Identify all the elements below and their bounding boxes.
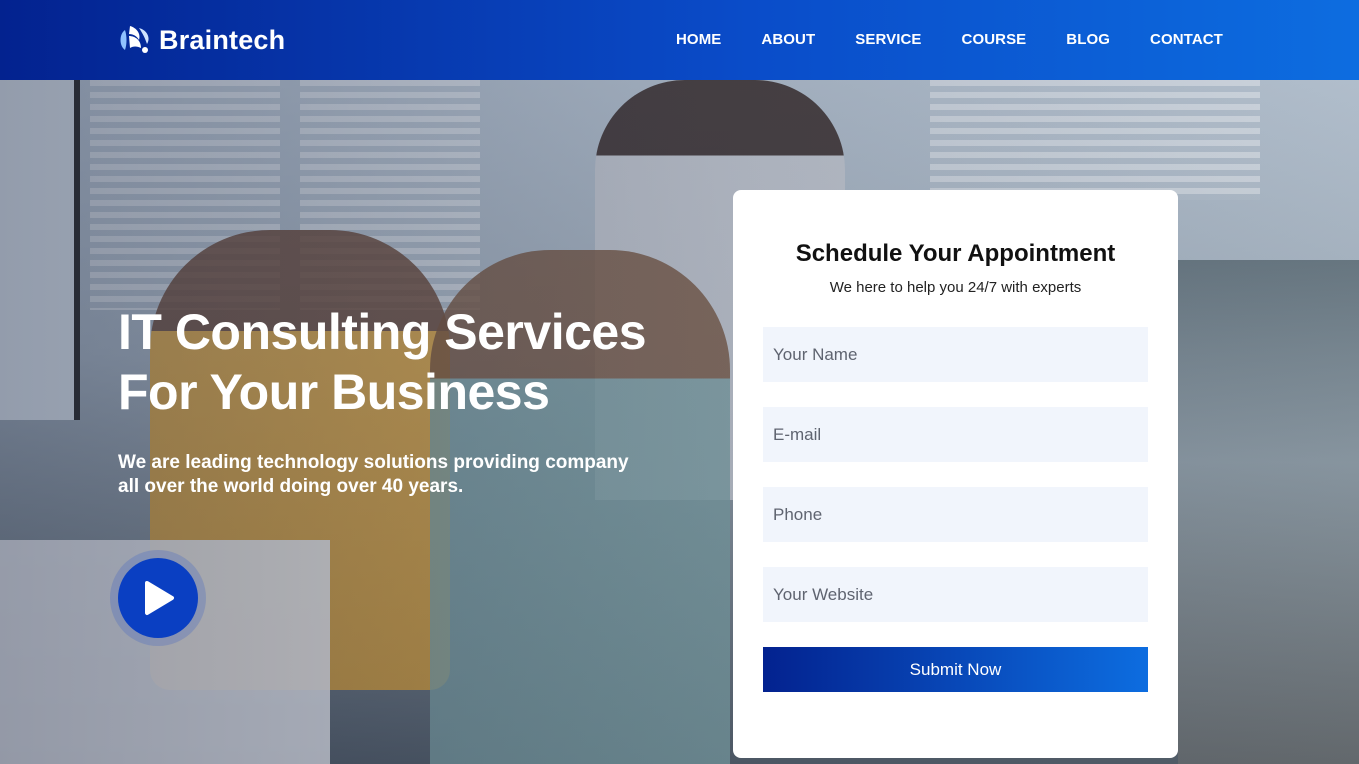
appointment-form-card: Schedule Your Appointment We here to hel…: [733, 190, 1178, 758]
hero-title-line1: IT Consulting Services: [118, 304, 647, 360]
site-header: Braintech HOME ABOUT SERVICE COURSE BLOG…: [0, 0, 1359, 80]
hero-subtitle: We are leading technology solutions prov…: [118, 451, 678, 499]
nav-service[interactable]: SERVICE: [855, 31, 921, 48]
nav-home[interactable]: HOME: [676, 31, 721, 48]
name-input[interactable]: [763, 327, 1148, 382]
hero-subtitle-line1: We are leading technology solutions prov…: [118, 452, 629, 473]
nav-blog[interactable]: BLOG: [1066, 31, 1110, 48]
brand-name: Braintech: [159, 24, 286, 55]
hero-title-line2: For Your Business: [118, 364, 550, 420]
hero-title: IT Consulting Services For Your Business: [118, 302, 678, 422]
nav-about[interactable]: ABOUT: [761, 31, 815, 48]
brain-logo-icon: [120, 26, 149, 53]
phone-input[interactable]: [763, 487, 1148, 542]
video-play-button[interactable]: [118, 558, 198, 638]
hero-subtitle-line2: all over the world doing over 40 years.: [118, 476, 464, 497]
play-icon: [145, 581, 174, 615]
brand-logo[interactable]: Braintech: [117, 22, 285, 58]
website-input[interactable]: [763, 567, 1148, 622]
form-title: Schedule Your Appointment: [795, 240, 1116, 267]
nav-course[interactable]: COURSE: [962, 31, 1027, 48]
main-nav: HOME ABOUT SERVICE COURSE BLOG CONTACT: [676, 31, 1223, 48]
form-subtitle: We here to help you 24/7 with experts: [829, 279, 1082, 296]
email-input[interactable]: [763, 407, 1148, 462]
submit-button[interactable]: Submit Now: [763, 647, 1148, 692]
nav-contact[interactable]: CONTACT: [1150, 31, 1223, 48]
